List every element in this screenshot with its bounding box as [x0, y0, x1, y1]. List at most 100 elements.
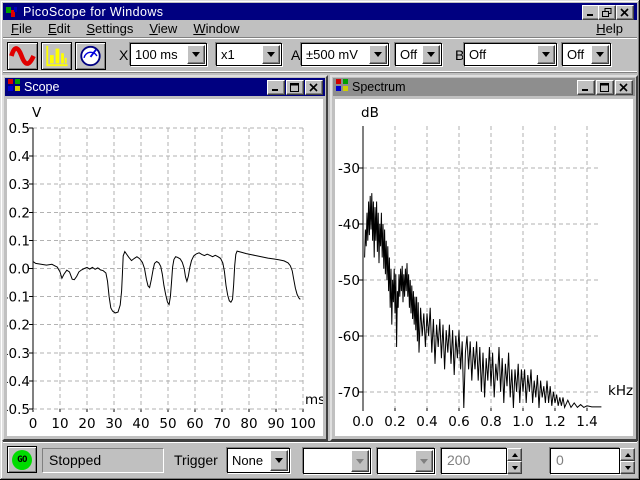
channel-b-range-value: Off	[469, 47, 487, 62]
title-bar[interactable]: PicoScope for Windows	[3, 3, 637, 20]
dropdown-arrow-button[interactable]	[537, 45, 555, 64]
x-tick-label: 1.2	[544, 414, 565, 430]
dropdown-arrow-button[interactable]	[262, 45, 280, 64]
go-icon: GO	[12, 449, 32, 470]
trigger-delay-value: 0	[556, 452, 564, 468]
y-tick-label: -60	[338, 329, 360, 345]
channel-a-mode-select[interactable]: Off	[395, 43, 442, 66]
x-tick-label: 0.6	[448, 414, 469, 430]
spectrum-window-title: Spectrum	[352, 80, 406, 94]
spectrum-view-button[interactable]	[41, 42, 72, 70]
y-tick-label: -30	[338, 161, 360, 177]
restore-button[interactable]	[598, 5, 616, 20]
dropdown-arrow-button[interactable]	[270, 450, 288, 471]
timebase-label: X	[119, 47, 129, 63]
x-tick-label: 70	[213, 416, 230, 432]
y-axis-unit-label: dB	[361, 105, 379, 121]
channel-a-range-select[interactable]: ±500 mV	[301, 43, 389, 66]
trigger-channel-select	[303, 448, 371, 474]
trigger-direction-select	[377, 448, 435, 474]
y-tick-label: 0.4	[9, 149, 30, 165]
x-tick-label: 0	[29, 416, 38, 432]
channel-a-range-value: ±500 mV	[306, 47, 358, 62]
menu-item-edit[interactable]: Edit	[40, 20, 78, 37]
minimize-button[interactable]	[577, 79, 595, 95]
status-bar: GO Stopped Trigger None 200 0	[3, 441, 637, 477]
scope-plot: 0 10 20 30 40 50 60 70 80 90 100 0.5 0.4 0.3 0.2 0.1 0.0…	[7, 105, 323, 432]
y-axis-unit-label: V	[32, 105, 42, 121]
spectrum-plot: 0.0 0.2 0.4 0.6 0.8 1.0 1.2 1.4 -30 -40 -50 -60 -70 d…	[338, 105, 633, 430]
status-text: Stopped	[49, 452, 102, 468]
spin-up-button[interactable]	[620, 448, 635, 461]
restore-icon	[602, 8, 612, 17]
maximize-button[interactable]	[596, 79, 614, 95]
y-tick-label: 0.0	[9, 262, 30, 278]
trigger-threshold-spinner[interactable]	[507, 448, 522, 474]
chevron-down-icon	[427, 52, 435, 61]
channel-b-mode-select[interactable]: Off	[562, 43, 611, 66]
channel-a-waveform-trace	[32, 250, 301, 314]
x-tick-label: 60	[186, 416, 203, 432]
maximize-icon	[290, 82, 299, 92]
close-button[interactable]	[615, 79, 633, 95]
x-tick-label: 40	[132, 416, 149, 432]
scope-window: Scope 0 10 20 30 40 50 60 70 80 90 100 0.5 0.4 0.3 0.2…	[2, 75, 328, 441]
close-button[interactable]	[305, 79, 323, 95]
scope-window-title: Scope	[24, 80, 60, 94]
channel-b-range-select[interactable]: Off	[464, 43, 557, 66]
trigger-label: Trigger	[174, 452, 218, 468]
trigger-mode-select[interactable]: None	[227, 448, 290, 473]
scope-plot-area: 0 10 20 30 40 50 60 70 80 90 100 0.5 0.4 0.3 0.2 0.1 0.0…	[7, 99, 323, 436]
go-button[interactable]: GO	[7, 446, 37, 473]
trigger-delay-spinner[interactable]	[620, 448, 635, 474]
maximize-button[interactable]	[286, 79, 304, 95]
trigger-threshold-field[interactable]: 200	[441, 448, 507, 474]
menu-item-view[interactable]: View	[141, 20, 185, 37]
dropdown-arrow-button[interactable]	[369, 45, 387, 64]
spin-up-button[interactable]	[507, 448, 522, 461]
minimize-icon	[587, 14, 593, 16]
trigger-threshold-value: 200	[447, 452, 471, 468]
chevron-down-icon	[511, 465, 518, 473]
x-tick-label: 0.8	[480, 414, 501, 430]
menu-item-window[interactable]: Window	[185, 20, 247, 37]
chevron-down-icon	[596, 52, 604, 61]
window-icon	[7, 78, 21, 97]
menu-items: File Edit Settings View Window	[3, 21, 248, 36]
spectrum-plot-area: 0.0 0.2 0.4 0.6 0.8 1.0 1.2 1.4 -30 -40 -50 -60 -70 d…	[335, 99, 633, 436]
bar-chart-icon	[46, 45, 68, 67]
x-tick-label: 80	[240, 416, 257, 432]
channel-a-mode-value: Off	[400, 47, 418, 62]
spin-down-button[interactable]	[620, 461, 635, 474]
gauge-icon	[80, 45, 101, 67]
x-tick-label: 0.4	[416, 414, 437, 430]
spectrum-title-bar[interactable]: Spectrum	[333, 78, 635, 96]
menu-item-file[interactable]: File	[3, 20, 40, 37]
spin-down-button[interactable]	[507, 461, 522, 474]
close-icon	[620, 8, 629, 17]
dropdown-arrow-button[interactable]	[422, 45, 440, 64]
y-tick-label: -0.4	[7, 374, 30, 390]
timebase-select[interactable]: 100 ms	[130, 43, 207, 66]
chevron-down-icon	[624, 465, 631, 473]
close-button[interactable]	[616, 5, 634, 20]
dropdown-arrow-button	[351, 450, 369, 472]
dropdown-arrow-button[interactable]	[187, 45, 205, 64]
multiplier-select[interactable]: x1	[216, 43, 282, 66]
dropdown-arrow-button[interactable]	[591, 45, 609, 64]
menu-item-settings[interactable]: Settings	[78, 20, 141, 37]
meter-view-button[interactable]	[75, 42, 106, 70]
scope-title-bar[interactable]: Scope	[5, 78, 325, 96]
trigger-delay-field[interactable]: 0	[550, 448, 620, 474]
scope-view-button[interactable]	[7, 42, 38, 70]
chevron-up-icon	[511, 450, 518, 457]
minimize-button[interactable]	[267, 79, 285, 95]
window-title: PicoScope for Windows	[23, 4, 164, 19]
y-tick-label: -0.1	[7, 290, 30, 306]
x-tick-label: 1.4	[576, 414, 597, 430]
x-axis-unit-label: kHz	[608, 383, 633, 399]
window-icon	[335, 78, 349, 97]
menu-item-help[interactable]: Help	[588, 20, 631, 37]
x-tick-label: 0.2	[384, 414, 405, 430]
chevron-down-icon	[420, 458, 428, 468]
